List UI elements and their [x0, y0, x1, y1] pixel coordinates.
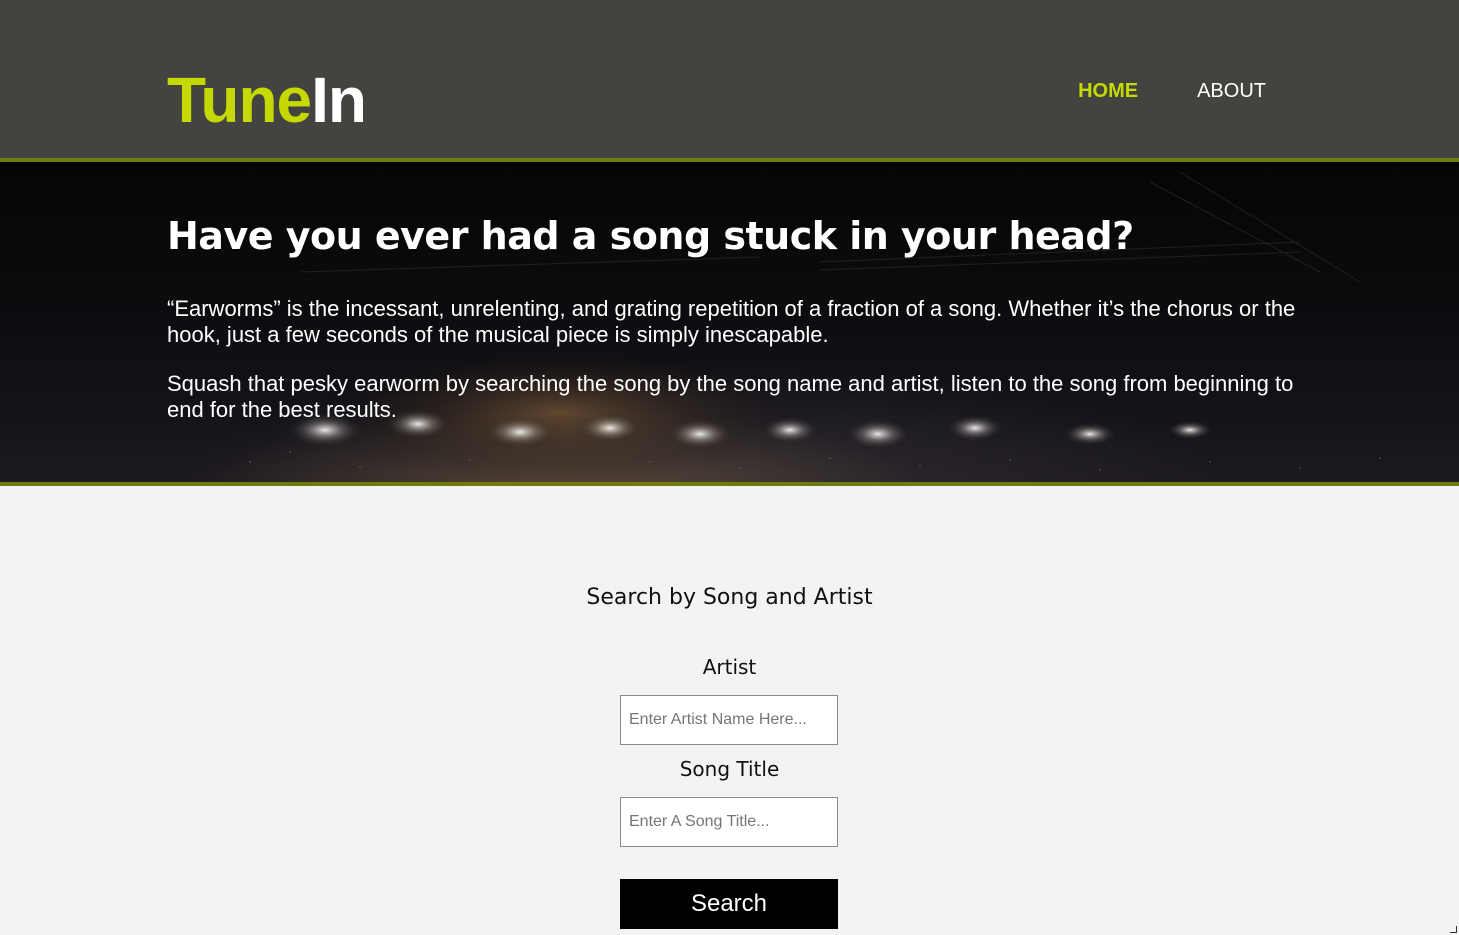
search-heading: Search by Song and Artist: [586, 585, 873, 610]
artist-input[interactable]: [620, 695, 838, 745]
song-title-input[interactable]: [620, 797, 838, 847]
search-section: Search by Song and Artist Artist Song Ti…: [0, 486, 1459, 935]
song-title-label: Song Title: [679, 757, 780, 781]
resize-grip-icon[interactable]: [1450, 926, 1457, 933]
hero-banner: Have you ever had a song stuck in your h…: [0, 162, 1459, 486]
logo-part-in: In: [311, 64, 367, 136]
artist-label: Artist: [702, 655, 757, 679]
logo-part-tune: Tune: [167, 64, 312, 136]
site-header: TuneIn HOME ABOUT: [0, 0, 1459, 162]
main-nav: HOME ABOUT: [1078, 79, 1266, 103]
nav-about-link[interactable]: ABOUT: [1197, 79, 1266, 103]
search-button[interactable]: Search: [620, 879, 838, 929]
hero-paragraph-earworms: “Earworms” is the incessant, unrelenting…: [167, 296, 1296, 347]
logo[interactable]: TuneIn: [167, 64, 367, 136]
hero-title: Have you ever had a song stuck in your h…: [167, 214, 1134, 258]
hero-paragraph-instructions: Squash that pesky earworm by searching t…: [167, 371, 1294, 422]
nav-home-link[interactable]: HOME: [1078, 79, 1138, 103]
